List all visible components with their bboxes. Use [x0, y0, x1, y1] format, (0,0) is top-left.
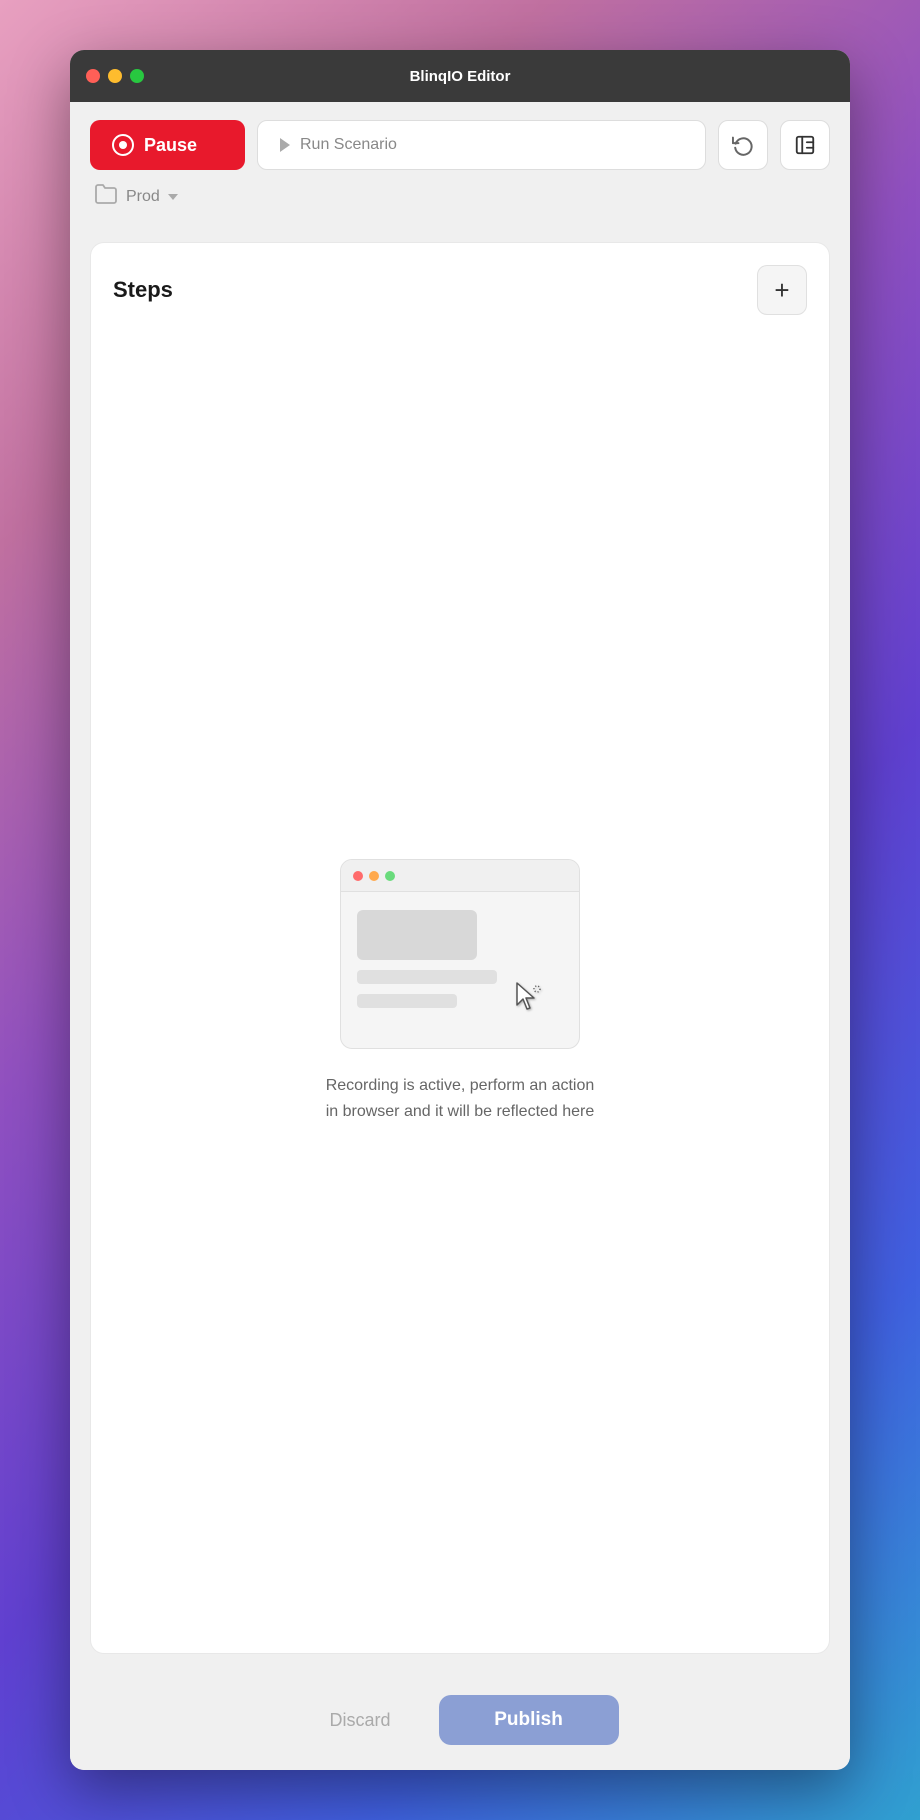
add-icon: +: [774, 277, 789, 303]
footer: Discard Publish: [70, 1670, 850, 1770]
browser-dot-green: [385, 871, 395, 881]
browser-placeholder-line-2: [357, 994, 457, 1008]
steps-header: Steps +: [91, 243, 829, 331]
pause-button[interactable]: Pause: [90, 120, 245, 170]
pause-label: Pause: [144, 135, 197, 156]
fullscreen-button[interactable]: [130, 69, 144, 83]
traffic-lights: [86, 69, 144, 83]
steps-card: Steps +: [90, 242, 830, 1654]
env-row: Prod: [90, 182, 830, 212]
browser-placeholder-block: [357, 910, 477, 960]
sidebar-toggle-button[interactable]: [780, 120, 830, 170]
sidebar-icon: [794, 134, 816, 156]
chevron-down-icon: [168, 194, 178, 200]
window-title: BlinqIO Editor: [410, 68, 511, 85]
app-window: BlinqIO Editor Pause Run Scenario: [70, 50, 850, 1770]
folder-icon: [94, 182, 118, 212]
discard-button[interactable]: Discard: [301, 1696, 418, 1745]
record-icon: [112, 134, 134, 156]
toolbar: Pause Run Scenario: [70, 102, 850, 226]
main-content: Steps +: [70, 226, 850, 1670]
record-dot: [119, 141, 127, 149]
add-step-button[interactable]: +: [757, 265, 807, 315]
browser-title-bar: [341, 860, 579, 892]
recording-line-1: Recording is active, perform an action: [326, 1077, 595, 1094]
recording-line-2: in browser and it will be reflected here: [326, 1103, 595, 1120]
env-label: Prod: [126, 188, 160, 206]
play-icon: [280, 138, 290, 152]
publish-button[interactable]: Publish: [439, 1695, 619, 1745]
browser-dot-orange: [369, 871, 379, 881]
discard-label: Discard: [329, 1710, 390, 1730]
title-bar: BlinqIO Editor: [70, 50, 850, 102]
reload-icon: [732, 134, 754, 156]
steps-title: Steps: [113, 277, 173, 303]
publish-label: Publish: [494, 1709, 563, 1730]
minimize-button[interactable]: [108, 69, 122, 83]
run-scenario-label: Run Scenario: [300, 136, 397, 154]
reload-button[interactable]: [718, 120, 768, 170]
steps-body: Recording is active, perform an action i…: [91, 331, 829, 1653]
browser-dot-red: [353, 871, 363, 881]
run-scenario-button[interactable]: Run Scenario: [257, 120, 706, 170]
browser-placeholder-line-1: [357, 970, 497, 984]
recording-message: Recording is active, perform an action i…: [326, 1073, 595, 1124]
browser-illustration: [340, 859, 580, 1049]
toolbar-main-row: Pause Run Scenario: [90, 120, 830, 170]
close-button[interactable]: [86, 69, 100, 83]
cursor-icon: [513, 979, 545, 1020]
